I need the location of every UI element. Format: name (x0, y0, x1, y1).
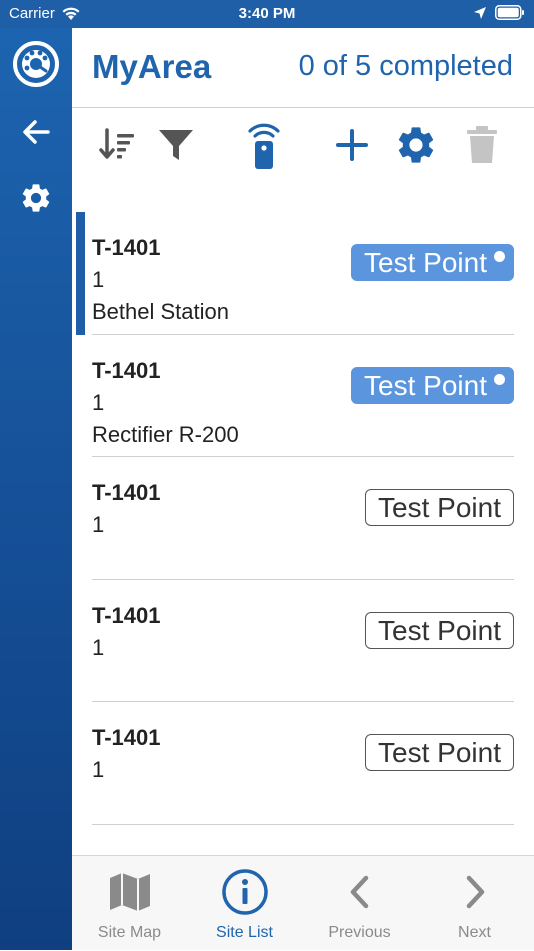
item-number: 1 (92, 267, 105, 292)
tab-label: Site Map (97, 924, 162, 941)
item-id: T-1401 (92, 725, 161, 750)
back-arrow-icon (23, 120, 50, 144)
item-number: 1 (92, 634, 105, 660)
status-dot (494, 373, 505, 385)
battery-icon (495, 5, 524, 20)
page-title: MyArea (92, 48, 212, 85)
item-location: Bethel Station (92, 299, 229, 324)
list-item[interactable]: T-1401 1 Rectifier R-200 Test Point (72, 335, 534, 457)
item-number: 1 (92, 389, 105, 415)
list-item[interactable]: T-1401 1 Test Point (72, 457, 534, 580)
test-point-badge: Test Point (351, 366, 514, 404)
item-location: Rectifier R-200 (92, 421, 239, 447)
sort-button[interactable] (96, 123, 140, 167)
test-point-badge: Test Point (351, 244, 514, 281)
trash-icon (467, 126, 497, 163)
rail-settings-button[interactable] (0, 176, 72, 220)
item-id: T-1401 (92, 602, 161, 628)
list-item[interactable]: T-1401 1 Test Point (72, 580, 534, 702)
status-bar: Carrier 3:40 PM (0, 0, 534, 28)
tab-label: Previous (328, 924, 391, 941)
chevron-left-icon (350, 875, 368, 909)
test-point-badge: Test Point (365, 734, 514, 771)
tab-next[interactable]: Next (417, 856, 532, 951)
add-button[interactable] (330, 123, 374, 167)
remote-button[interactable] (242, 123, 286, 169)
app-logo-button[interactable] (0, 40, 72, 88)
left-rail (0, 28, 72, 950)
sort-icon (99, 128, 134, 159)
tab-label: Next (458, 924, 491, 941)
filter-button[interactable] (154, 123, 198, 167)
completion-status: 0 of 5 completed (298, 50, 513, 82)
test-point-badge: Test Point (365, 611, 514, 649)
clock: 3:40 PM (238, 5, 296, 22)
status-right (465, 5, 525, 20)
item-id: T-1401 (92, 235, 161, 260)
map-icon (109, 873, 150, 911)
item-number: 1 (92, 512, 105, 537)
back-button[interactable] (0, 110, 72, 154)
app-logo-icon (13, 41, 59, 87)
delete-button[interactable] (460, 123, 504, 167)
list-item[interactable]: T-1401 1 Bethel Station Test Point (72, 212, 534, 335)
settings-icon (398, 127, 434, 163)
remote-icon (248, 123, 280, 169)
gear-icon (22, 184, 50, 212)
location-arrow-icon (474, 6, 486, 19)
tab-site-list[interactable]: Site List (187, 856, 302, 951)
list-item[interactable]: T-1401 1 Test Point (72, 702, 534, 825)
tab-bar: Site Map Site List Previous Next (72, 855, 534, 950)
add-icon (336, 129, 368, 161)
tab-site-map[interactable]: Site Map (72, 856, 187, 951)
tab-previous[interactable]: Previous (302, 856, 417, 951)
filter-icon (159, 130, 193, 160)
item-id: T-1401 (92, 357, 161, 383)
test-point-badge: Test Point (365, 489, 514, 526)
divider (92, 823, 514, 825)
item-id: T-1401 (92, 480, 161, 505)
toolbar (72, 109, 534, 189)
tab-label: Site List (216, 924, 273, 941)
item-number: 1 (92, 757, 105, 782)
chevron-right-icon (466, 875, 484, 909)
header: MyArea 0 of 5 completed (72, 28, 534, 108)
selection-indicator (76, 212, 85, 335)
info-icon (221, 869, 268, 915)
site-list: T-1401 1 Bethel Station Test Point T-140… (72, 212, 534, 825)
toolbar-settings-button[interactable] (394, 123, 438, 167)
status-dot (494, 251, 505, 262)
